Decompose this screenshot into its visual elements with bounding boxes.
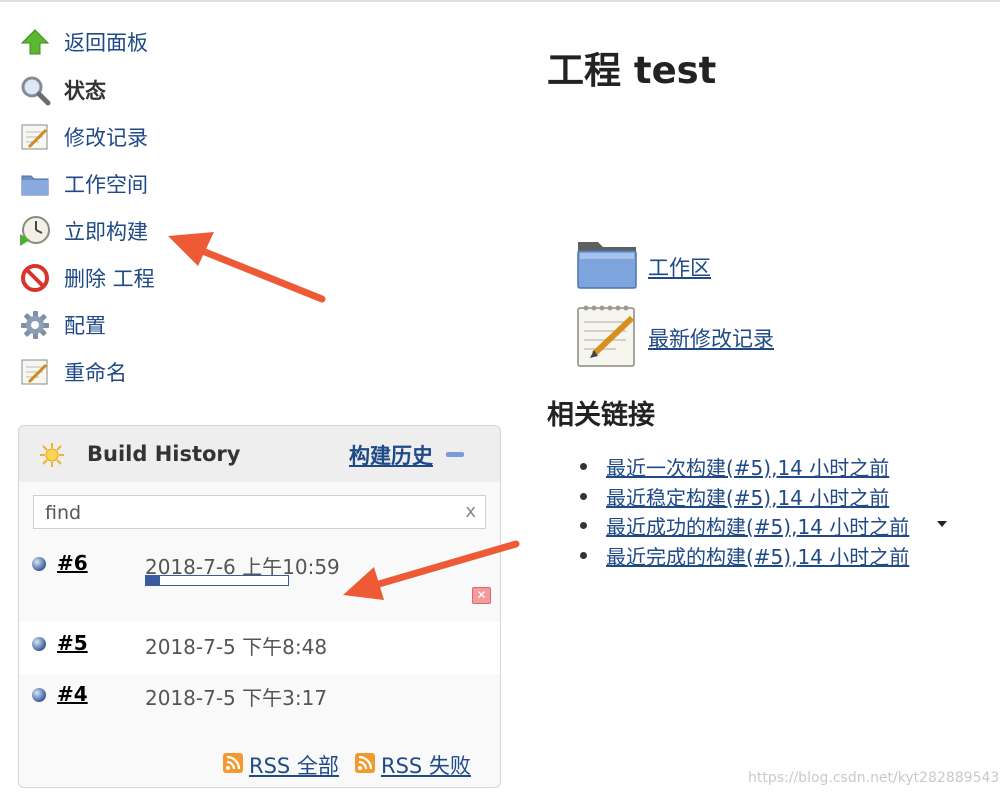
folder-icon	[18, 167, 52, 201]
big-folder-icon[interactable]	[576, 236, 638, 294]
task-configure[interactable]: 配置	[18, 305, 278, 345]
build-row: #4 2018-7-5 下午3:17	[19, 674, 500, 726]
build-trend-link[interactable]: 构建历史	[349, 440, 433, 470]
sun-weather-icon	[39, 442, 65, 472]
bullet	[580, 463, 587, 470]
big-notepad-icon[interactable]	[576, 302, 638, 372]
build-number-link[interactable]: #4	[57, 682, 88, 706]
build-row: #6 2018-7-6 上午10:59 ✕	[19, 540, 500, 622]
task-label: 重命名	[64, 361, 127, 385]
dropdown-caret-icon[interactable]	[937, 521, 947, 527]
task-label: 删除 工程	[64, 267, 155, 291]
task-label: 工作空间	[64, 173, 148, 197]
build-row: #5 2018-7-5 下午8:48	[19, 622, 500, 674]
permalink-last-completed[interactable]: 最近完成的构建(#5),14 小时之前	[606, 541, 909, 570]
rss-all-label: RSS 全部	[249, 754, 339, 778]
build-history-panel: Build History 构建历史 x #6 2018-7-6 上午10:59…	[18, 425, 501, 788]
clear-search-button[interactable]: x	[465, 501, 476, 522]
no-entry-icon	[18, 261, 52, 295]
notepad-icon	[18, 120, 52, 154]
build-progress-bar[interactable]	[145, 575, 289, 586]
recent-changes-link[interactable]: 最新修改记录	[648, 323, 774, 353]
build-search-box: x	[33, 495, 486, 529]
task-workspace[interactable]: 工作空间	[18, 164, 278, 204]
rss-icon	[223, 752, 243, 778]
build-number-link[interactable]: #5	[57, 631, 88, 655]
related-links-title: 相关链接	[547, 400, 655, 431]
rss-all-link[interactable]: RSS 全部	[223, 750, 339, 780]
stop-build-button[interactable]: ✕	[472, 587, 491, 604]
rss-failed-link[interactable]: RSS 失败	[355, 750, 471, 780]
task-changes[interactable]: 修改记录	[18, 117, 278, 157]
task-label: 配置	[64, 314, 106, 338]
task-label: 返回面板	[64, 31, 148, 55]
blue-ball-icon	[31, 556, 47, 576]
task-label: 状态	[64, 79, 106, 103]
rss-failed-label: RSS 失败	[381, 754, 471, 778]
build-date: 2018-7-5 下午3:17	[145, 686, 328, 710]
collapse-icon[interactable]	[446, 452, 464, 457]
permalink-last-build[interactable]: 最近一次构建(#5),14 小时之前	[606, 452, 889, 481]
task-rename[interactable]: 重命名	[18, 352, 278, 392]
task-delete-project[interactable]: 删除 工程	[18, 258, 278, 298]
search-icon	[18, 73, 52, 107]
build-search-input[interactable]	[43, 500, 447, 526]
task-back-to-dashboard[interactable]: 返回面板	[18, 22, 278, 62]
bullet	[580, 492, 587, 500]
gear-icon	[18, 308, 52, 342]
top-border	[0, 0, 1000, 2]
up-arrow-icon	[18, 25, 52, 59]
build-number-link[interactable]: #6	[57, 551, 88, 575]
rss-icon	[355, 752, 375, 778]
watermark: https://blog.csdn.net/kyt282889543	[748, 770, 1000, 786]
workspace-link[interactable]: 工作区	[648, 252, 711, 282]
build-history-title: Build History	[87, 442, 241, 466]
notepad-icon	[18, 355, 52, 389]
task-status[interactable]: 状态	[18, 70, 278, 110]
task-label: 修改记录	[64, 126, 148, 150]
permalink-last-successful[interactable]: 最近成功的构建(#5),14 小时之前	[606, 511, 909, 540]
build-date: 2018-7-5 下午8:48	[145, 635, 328, 659]
bullet	[580, 522, 587, 529]
page-title: 工程 test	[547, 49, 717, 92]
build-progress-fill	[146, 576, 161, 585]
blue-ball-icon	[31, 687, 47, 707]
bullet	[580, 551, 587, 559]
blue-ball-icon	[31, 636, 47, 656]
task-build-now[interactable]: 立即构建	[18, 211, 278, 251]
permalink-last-stable[interactable]: 最近稳定构建(#5),14 小时之前	[606, 482, 889, 511]
task-label: 立即构建	[64, 220, 148, 244]
build-clock-icon	[18, 214, 52, 248]
